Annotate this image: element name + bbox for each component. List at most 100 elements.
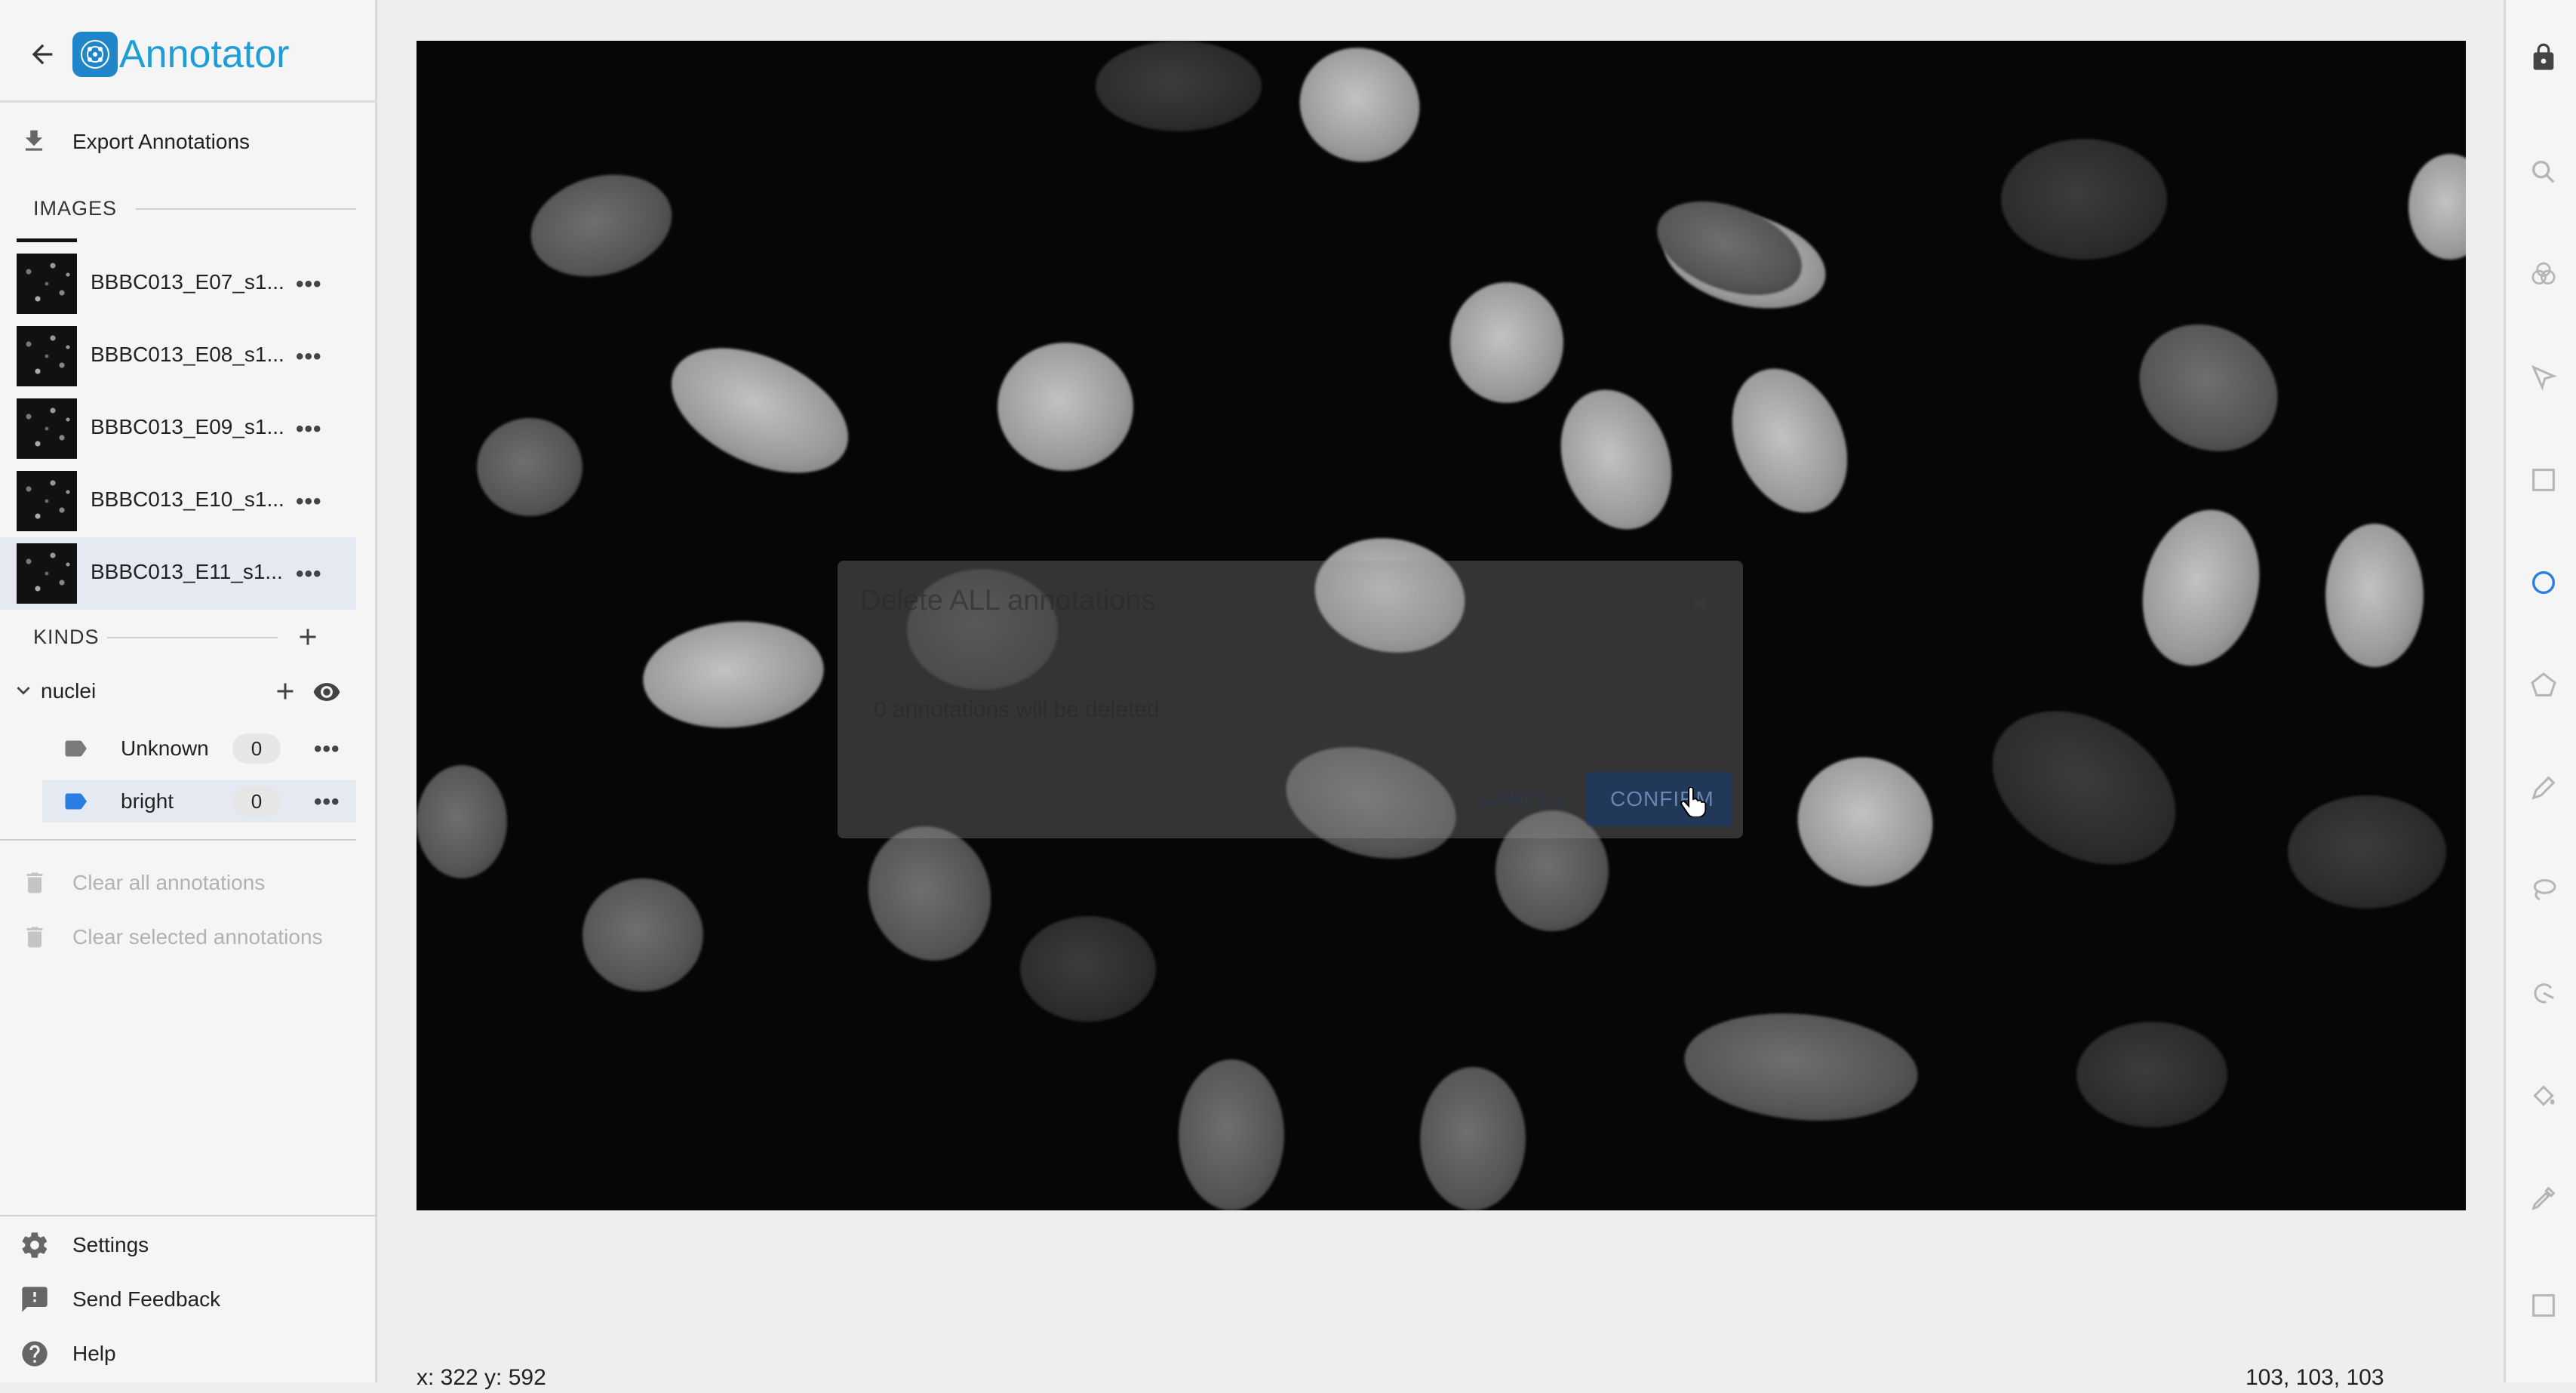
nucleus bbox=[2001, 139, 2167, 260]
kind-count-badge: 0 bbox=[232, 786, 281, 816]
nucleus bbox=[998, 343, 1133, 471]
nucleus bbox=[1450, 282, 1563, 403]
divider bbox=[0, 1215, 377, 1216]
more-options-icon[interactable]: ••• bbox=[314, 738, 340, 761]
more-options-icon[interactable]: ••• bbox=[296, 418, 322, 441]
color-adjust-icon[interactable] bbox=[2528, 260, 2559, 290]
sidebar: Annotator Export Annotations IMAGES BBBC… bbox=[0, 0, 377, 1382]
gear-icon bbox=[20, 1230, 50, 1260]
app-header: Annotator bbox=[0, 0, 377, 103]
bucket-fill-icon[interactable] bbox=[2528, 1081, 2559, 1111]
image-name: BBBC013_E11_s1... bbox=[91, 560, 283, 583]
color-picker-icon[interactable] bbox=[2528, 1183, 2559, 1213]
lasso-tool-icon[interactable] bbox=[2528, 875, 2559, 906]
add-icon[interactable] bbox=[272, 678, 299, 705]
help-icon bbox=[20, 1339, 50, 1369]
visibility-eye-icon[interactable] bbox=[312, 678, 341, 706]
feedback-icon bbox=[20, 1284, 50, 1315]
send-feedback-button[interactable]: Send Feedback bbox=[0, 1281, 356, 1319]
settings-label: Settings bbox=[72, 1233, 149, 1256]
dialog-message: 0 annotations will be deleted bbox=[874, 697, 1160, 722]
image-thumbnail bbox=[17, 543, 77, 604]
clear-selected-annotations-button[interactable]: Clear selected annotations bbox=[0, 919, 356, 957]
cursor-coordinates: x: 322 y: 592 bbox=[417, 1365, 546, 1390]
confirm-button[interactable]: CONFIRM bbox=[1586, 772, 1732, 826]
nucleus bbox=[652, 322, 868, 499]
clear-all-annotations-button[interactable]: Clear all annotations bbox=[0, 865, 356, 903]
magnetic-lasso-icon[interactable] bbox=[2528, 978, 2559, 1008]
send-feedback-label: Send Feedback bbox=[72, 1287, 221, 1311]
nucleus bbox=[417, 765, 507, 878]
download-icon bbox=[20, 127, 48, 155]
nucleus bbox=[638, 613, 828, 736]
kind-count-badge: 0 bbox=[232, 733, 281, 764]
nucleus bbox=[2116, 300, 2301, 476]
image-thumbnail bbox=[17, 254, 77, 314]
app-title: Annotator bbox=[119, 32, 290, 76]
image-list-item-selected[interactable]: BBBC013_E11_s1... ••• bbox=[0, 537, 356, 610]
nucleus bbox=[1179, 1059, 1284, 1210]
help-button[interactable]: Help bbox=[0, 1336, 356, 1373]
nucleus bbox=[2288, 795, 2446, 909]
nucleus bbox=[1965, 680, 2203, 896]
export-annotations-button[interactable]: Export Annotations bbox=[0, 124, 370, 161]
clear-selected-label: Clear selected annotations bbox=[72, 925, 323, 949]
kind-item-bright[interactable]: bright 0 ••• bbox=[42, 780, 356, 823]
image-list-item[interactable]: BBBC013_E07_s1... ••• bbox=[0, 248, 356, 320]
pixel-value: 103, 103, 103 bbox=[2246, 1365, 2384, 1390]
delete-all-dialog: Delete ALL annotations 0 annotations wil… bbox=[838, 561, 1743, 838]
pen-tool-icon[interactable] bbox=[2528, 773, 2559, 803]
image-thumbnail bbox=[17, 398, 77, 459]
nucleus bbox=[1542, 374, 1691, 546]
help-label: Help bbox=[72, 1342, 116, 1365]
cancel-button[interactable]: CANCEL bbox=[1477, 784, 1568, 814]
app-logo-icon bbox=[72, 32, 118, 77]
image-name: BBBC013_E08_s1... bbox=[91, 343, 284, 366]
nucleus bbox=[2325, 524, 2424, 667]
kind-item-unknown[interactable]: Unknown 0 ••• bbox=[42, 727, 356, 770]
rectangle-tool-icon[interactable] bbox=[2528, 465, 2559, 495]
polygon-tool-icon[interactable] bbox=[2528, 670, 2559, 700]
trash-icon bbox=[21, 869, 48, 896]
image-list-item[interactable]: BBBC013_E09_s1... ••• bbox=[0, 392, 356, 465]
kind-category-label: nuclei bbox=[41, 679, 97, 703]
more-options-icon[interactable]: ••• bbox=[296, 563, 322, 586]
label-tag-icon bbox=[62, 735, 89, 762]
divider bbox=[136, 208, 356, 210]
more-options-icon[interactable]: ••• bbox=[314, 791, 340, 813]
back-arrow-icon[interactable] bbox=[27, 39, 57, 69]
pointer-select-icon[interactable] bbox=[2528, 362, 2559, 392]
nucleus bbox=[1680, 1004, 1923, 1130]
nucleus bbox=[1420, 1067, 1526, 1210]
tool-sidebar bbox=[2504, 0, 2576, 1382]
partial-thumbnail bbox=[17, 238, 77, 242]
ellipse-tool-icon[interactable] bbox=[2528, 567, 2559, 598]
nucleus bbox=[477, 418, 583, 516]
clear-all-label: Clear all annotations bbox=[72, 871, 266, 894]
lock-icon[interactable] bbox=[2528, 42, 2559, 72]
kind-label: Unknown bbox=[121, 736, 209, 760]
image-list-item[interactable]: BBBC013_E08_s1... ••• bbox=[0, 320, 356, 392]
nucleus bbox=[1779, 738, 1951, 906]
images-section-title: IMAGES bbox=[33, 197, 118, 220]
close-icon[interactable] bbox=[1687, 591, 1713, 617]
settings-button[interactable]: Settings bbox=[0, 1227, 356, 1265]
kind-label: bright bbox=[121, 789, 174, 813]
more-options-icon[interactable]: ••• bbox=[296, 273, 322, 296]
nucleus bbox=[1283, 41, 1436, 179]
image-thumbnail bbox=[17, 471, 77, 531]
zoom-icon[interactable] bbox=[2528, 157, 2559, 187]
image-name: BBBC013_E09_s1... bbox=[91, 415, 284, 438]
image-list-item[interactable]: BBBC013_E10_s1... ••• bbox=[0, 465, 356, 537]
chevron-down-icon[interactable] bbox=[11, 678, 36, 703]
kind-category-row[interactable]: nuclei bbox=[0, 673, 356, 711]
quick-select-icon[interactable] bbox=[2528, 1290, 2559, 1321]
image-name: BBBC013_E07_s1... bbox=[91, 270, 284, 294]
more-options-icon[interactable]: ••• bbox=[296, 490, 322, 513]
nucleus bbox=[1096, 41, 1262, 131]
label-tag-icon bbox=[62, 788, 89, 815]
more-options-icon[interactable]: ••• bbox=[296, 346, 322, 368]
export-annotations-label: Export Annotations bbox=[72, 130, 251, 153]
add-kind-icon[interactable] bbox=[294, 623, 321, 650]
nucleus bbox=[1020, 916, 1156, 1022]
